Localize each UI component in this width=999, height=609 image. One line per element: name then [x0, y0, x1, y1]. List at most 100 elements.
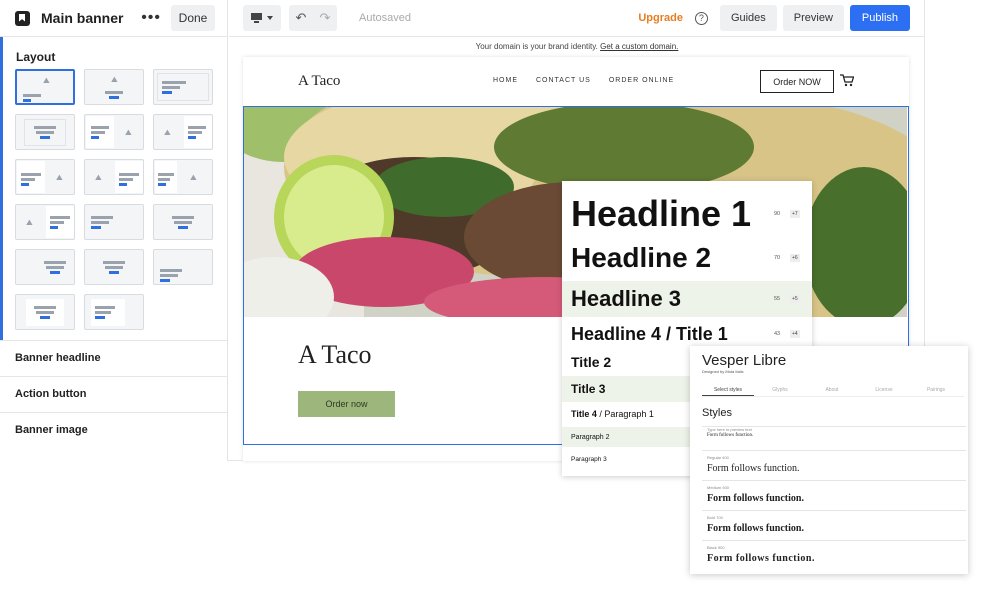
font-detail-card: Vesper Libre Designed by Mota Italic Sel…	[690, 346, 968, 574]
type-size: 55	[774, 296, 781, 302]
type-step: +6	[790, 254, 800, 262]
layout-option[interactable]	[153, 204, 213, 240]
tab-glyphs[interactable]: Glyphs	[754, 387, 806, 396]
type-sample: Paragraph 3	[571, 455, 607, 463]
banner-headline[interactable]: A Taco	[298, 340, 372, 370]
layout-option[interactable]	[84, 249, 144, 285]
style-label: Regular 400	[707, 455, 729, 460]
style-row[interactable]: Medium 500 Form follows function.	[702, 480, 966, 508]
type-row[interactable]: Headline 2 70 +6	[562, 241, 812, 275]
nav-order-online[interactable]: ORDER ONLINE	[609, 77, 674, 84]
layout-option[interactable]: ⛰	[153, 159, 213, 195]
type-row[interactable]: Headline 4 / Title 1 43 +4	[562, 321, 812, 347]
header-cta-button[interactable]: Order NOW	[760, 70, 834, 93]
upgrade-link[interactable]: Upgrade	[638, 12, 683, 24]
type-sample: Title 3	[571, 382, 606, 396]
more-options-button[interactable]: •••	[141, 9, 161, 27]
font-tabs: Select styles Glyphs About License Pairi…	[702, 387, 964, 397]
type-size: 43	[774, 331, 781, 337]
style-sample: Form follows function.	[707, 523, 804, 534]
font-designer: Designed by Mota Italic	[702, 369, 744, 374]
type-step: +5	[790, 295, 800, 303]
type-sample: Title 2	[571, 354, 612, 370]
type-step: +4	[790, 330, 800, 338]
custom-domain-link[interactable]: Get a custom domain.	[600, 42, 678, 51]
guides-button[interactable]: Guides	[719, 5, 777, 31]
tab-about[interactable]: About	[806, 387, 858, 396]
domain-notice-text: Your domain is your brand identity.	[475, 42, 601, 51]
layout-option[interactable]: ⛰	[15, 204, 75, 240]
squarespace-logo-icon	[15, 10, 30, 26]
help-icon[interactable]: ?	[694, 11, 708, 25]
site-nav: HOME CONTACT US ORDER ONLINE	[493, 77, 674, 84]
action-button-section[interactable]: Action button	[0, 376, 228, 412]
site-brand[interactable]: A Taco	[298, 73, 340, 90]
layout-option[interactable]	[153, 69, 213, 105]
style-sample: Form follows function.	[707, 493, 804, 504]
layout-option[interactable]: ⛰	[84, 159, 144, 195]
chevron-down-icon	[267, 16, 273, 20]
layout-option[interactable]: ⛰	[84, 114, 144, 150]
domain-notice: Your domain is your brand identity. Get …	[229, 42, 925, 51]
style-row[interactable]: Regular 400 Form follows function.	[702, 450, 966, 478]
type-sample: Headline 4 / Title 1	[571, 323, 728, 344]
panel-title: Main banner	[41, 10, 124, 26]
type-sample: Paragraph 2	[571, 433, 610, 441]
type-row[interactable]: Headline 3 55 +5	[562, 281, 812, 317]
settings-panel: Main banner ••• Done Layout ⛰ ⛰ ⛰ ⛰ ⛰ ⛰ …	[0, 0, 228, 461]
banner-headline-section[interactable]: Banner headline	[0, 340, 228, 376]
layout-option[interactable]: ⛰	[84, 69, 144, 105]
banner-image-section[interactable]: Banner image	[0, 412, 228, 448]
cart-icon[interactable]	[840, 74, 854, 87]
layout-grid: ⛰ ⛰ ⛰ ⛰ ⛰ ⛰ ⛰ ⛰	[15, 69, 213, 330]
layout-option[interactable]	[84, 294, 144, 330]
type-sample: Headline 3	[571, 286, 682, 311]
device-view-button[interactable]	[243, 5, 281, 31]
tab-license[interactable]: License	[858, 387, 910, 396]
preview-input[interactable]: Type here to preview text Form follows fu…	[702, 426, 966, 442]
layout-label[interactable]: Layout	[3, 37, 228, 64]
preview-button[interactable]: Preview	[782, 5, 844, 31]
layout-option[interactable]: ⛰	[15, 69, 75, 105]
layout-option[interactable]	[15, 114, 75, 150]
tab-select-styles[interactable]: Select styles	[702, 387, 754, 396]
style-row[interactable]: Black 900 Form follows function.	[702, 540, 966, 568]
type-step: +7	[790, 210, 800, 218]
nav-contact[interactable]: CONTACT US	[536, 77, 591, 84]
type-sample: Title 4	[571, 409, 597, 419]
layout-option[interactable]	[15, 249, 75, 285]
panel-header: Main banner ••• Done	[0, 0, 227, 37]
font-name: Vesper Libre	[702, 352, 787, 369]
desktop-icon	[251, 13, 262, 23]
tab-pairings[interactable]: Pairings	[910, 387, 962, 396]
style-sample: Form follows function.	[707, 463, 800, 474]
style-sample: Form follows function.	[707, 433, 754, 438]
style-row[interactable]: Bold 700 Form follows function.	[702, 510, 966, 538]
nav-home[interactable]: HOME	[493, 77, 518, 84]
style-label: Type here to preview text	[707, 427, 752, 432]
style-label: Medium 500	[707, 485, 730, 490]
styles-heading: Styles	[702, 407, 732, 419]
autosave-status: Autosaved	[359, 12, 411, 24]
done-button[interactable]: Done	[171, 5, 215, 31]
top-toolbar: ↶ ↷ Autosaved Upgrade ? Guides Preview P…	[229, 0, 925, 37]
layout-option[interactable]: ⛰	[153, 114, 213, 150]
type-sample: Headline 2	[571, 242, 712, 273]
type-sample-suffix: / Paragraph 1	[596, 409, 654, 419]
style-label: Black 900	[707, 545, 725, 550]
layout-option[interactable]: ⛰	[15, 159, 75, 195]
history-buttons: ↶ ↷	[289, 5, 337, 31]
layout-option[interactable]	[15, 294, 75, 330]
redo-icon[interactable]: ↷	[320, 10, 331, 26]
type-size: 70	[774, 255, 781, 261]
style-label: Bold 700	[707, 515, 723, 520]
layout-option[interactable]	[153, 249, 213, 285]
banner-action-button[interactable]: Order now	[298, 391, 395, 417]
undo-icon[interactable]: ↶	[296, 10, 307, 26]
type-row[interactable]: Headline 1 90 +7	[562, 193, 812, 235]
style-sample: Form follows function.	[707, 553, 815, 564]
layout-option[interactable]	[84, 204, 144, 240]
type-sample: Headline 1	[571, 193, 752, 234]
layout-section: Layout ⛰ ⛰ ⛰ ⛰ ⛰ ⛰ ⛰ ⛰	[0, 37, 228, 340]
publish-button[interactable]: Publish	[849, 5, 910, 31]
